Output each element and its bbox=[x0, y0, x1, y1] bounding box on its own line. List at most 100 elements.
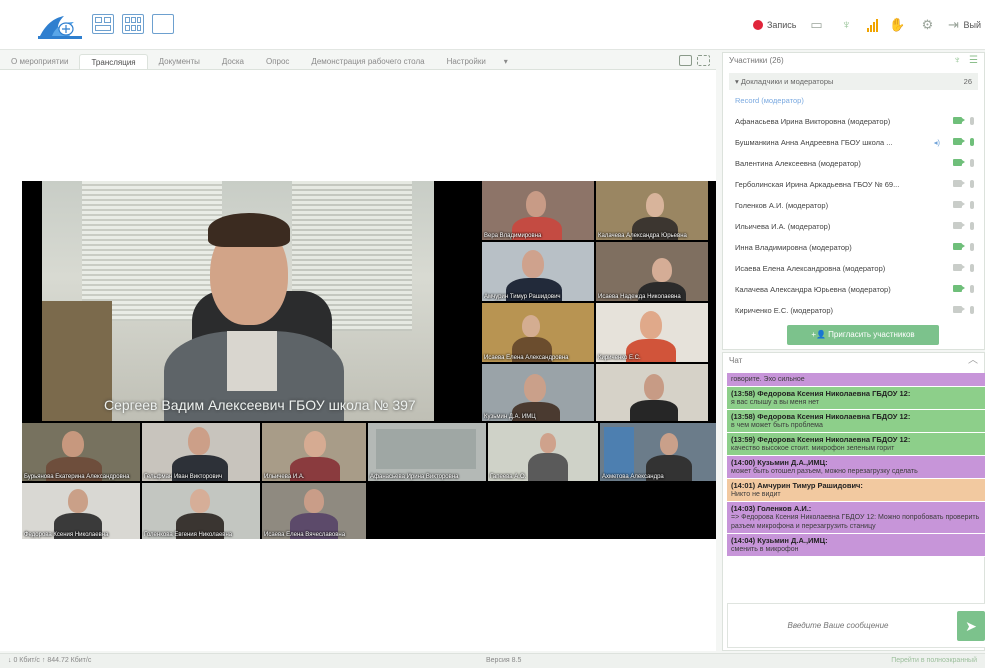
participant-video[interactable]: Исаева Елена Вячеславовна bbox=[262, 483, 366, 539]
participant-video[interactable]: Кузьмин Д.А. ИМЦ bbox=[596, 364, 708, 421]
participant-video[interactable]: Кириченко Е.С. bbox=[596, 303, 708, 362]
participant-video[interactable]: Голенкова Евгения Николаевна bbox=[142, 483, 260, 539]
microphone-icon bbox=[970, 306, 974, 314]
fullscreen-button[interactable] bbox=[697, 55, 710, 66]
tab-about[interactable]: О мероприятии bbox=[0, 54, 79, 69]
tab-settings[interactable]: Настройки bbox=[436, 54, 497, 69]
microphone-icon[interactable]: ♆ bbox=[837, 17, 857, 33]
participant-video[interactable]: Кузьмин Д.А. ИМЦ bbox=[482, 364, 594, 421]
tab-screen-share[interactable]: Демонстрация рабочего стола bbox=[300, 54, 435, 69]
speaker-volume-icon: ◂) bbox=[933, 138, 940, 147]
speaker-hair bbox=[208, 213, 290, 247]
camera-icon bbox=[953, 285, 965, 292]
settings-gear-icon[interactable]: ⚙ bbox=[918, 17, 938, 33]
tab-bar: О мероприятии Трансляция Документы Доска… bbox=[0, 52, 716, 69]
chat-messages: говорите. Эхо сильное (13:58) Федорова К… bbox=[727, 373, 985, 597]
microphone-icon bbox=[970, 201, 974, 209]
moderators-group-header[interactable]: ▾ Докладчики и модераторы 26 bbox=[729, 73, 978, 90]
chat-message: (14:03) Голенков А.И.: => Федорова Ксения… bbox=[727, 502, 985, 534]
layout-single-button[interactable] bbox=[152, 14, 174, 34]
mic-all-icon[interactable]: ♆ bbox=[954, 53, 962, 69]
app-logo bbox=[38, 16, 82, 39]
chat-message: (13:58) Федорова Ксения Николаевна ГБДОУ… bbox=[727, 410, 985, 433]
participant-row-record[interactable]: Record (модератор) bbox=[723, 90, 984, 111]
microphone-icon bbox=[970, 117, 974, 125]
microphone-icon bbox=[970, 264, 974, 272]
tab-broadcast[interactable]: Трансляция bbox=[79, 54, 148, 69]
participant-row[interactable]: Голенков А.И. (модератор) bbox=[723, 195, 984, 216]
camera-icon bbox=[953, 159, 965, 166]
participant-video[interactable]: Гапеева А.О. bbox=[488, 423, 598, 481]
chat-message: (13:58) Федорова Ксения Николаевна ГБДОУ… bbox=[727, 387, 985, 410]
main-speaker-video[interactable]: Сергеев Вадим Алексеевич ГБОУ школа № 39… bbox=[42, 181, 434, 421]
speaker-name-label: Сергеев Вадим Алексеевич ГБОУ школа № 39… bbox=[104, 397, 416, 413]
participant-row[interactable]: Кириченко Е.С. (модератор) bbox=[723, 300, 984, 321]
microphone-icon bbox=[970, 159, 974, 167]
tab-board[interactable]: Доска bbox=[211, 54, 255, 69]
participant-row[interactable]: Герболинская Ирина Аркадьевна ГБОУ № 69.… bbox=[723, 174, 984, 195]
participant-video[interactable]: Бурьянова Екатерина Александровна bbox=[22, 423, 140, 481]
tab-dropdown-chevron-icon[interactable]: ▾ bbox=[497, 54, 515, 69]
participant-row[interactable]: Калачева Александра Юрьевна (модератор) bbox=[723, 279, 984, 300]
participant-video[interactable]: Федорова Ксения Николаевна bbox=[22, 483, 140, 539]
microphone-icon bbox=[970, 222, 974, 230]
tab-poll[interactable]: Опрос bbox=[255, 54, 300, 69]
participants-header: Участники (26) ♆ ☰ bbox=[723, 53, 984, 69]
hand-all-icon[interactable]: ☰ bbox=[969, 53, 978, 69]
status-bar: ↓ 0 Кбит/с ↑ 844.72 Кбит/с Версия 8.5 Пе… bbox=[0, 653, 985, 668]
microphone-icon bbox=[970, 138, 974, 146]
broadcast-stage: Сергеев Вадим Алексеевич ГБОУ школа № 39… bbox=[0, 69, 716, 651]
participant-row[interactable]: Бушманкина Анна Андреевна ГБОУ школа ...… bbox=[723, 132, 984, 153]
camera-icon bbox=[953, 264, 965, 271]
participant-video[interactable]: Исаева Надежда Николаевна bbox=[596, 242, 708, 301]
fullscreen-link[interactable]: Перейти в полноэкранный bbox=[891, 657, 977, 664]
microphone-icon bbox=[970, 180, 974, 188]
top-toolbar: Запись ▭ ♆ ✋ ⚙ ⇥ Вый bbox=[0, 0, 985, 50]
bandwidth-readout: ↓ 0 Кбит/с ↑ 844.72 Кбит/с bbox=[8, 657, 92, 664]
participants-panel: Участники (26) ♆ ☰ ▾ Докладчики и модера… bbox=[722, 52, 985, 350]
send-message-button[interactable]: ➤ bbox=[957, 611, 985, 641]
record-button[interactable]: Запись bbox=[752, 20, 797, 30]
top-right-controls: Запись ▭ ♆ ✋ ⚙ ⇥ Вый bbox=[752, 14, 985, 36]
video-grid: Сергеев Вадим Алексеевич ГБОУ школа № 39… bbox=[22, 181, 716, 539]
signal-strength-icon bbox=[866, 18, 878, 32]
participant-row[interactable]: Ильичева И.А. (модератор) bbox=[723, 216, 984, 237]
chat-header: Чат ︿ bbox=[723, 353, 984, 369]
chat-message-input[interactable] bbox=[728, 604, 948, 647]
participant-video[interactable]: Вера Владимировна bbox=[482, 181, 594, 240]
microphone-icon bbox=[970, 285, 974, 293]
window-mode-button[interactable] bbox=[679, 55, 692, 66]
send-paper-plane-icon: ➤ bbox=[965, 618, 977, 634]
participant-video[interactable]: Ахметова Александра bbox=[600, 423, 716, 481]
add-user-icon: +👤 bbox=[811, 330, 829, 339]
participant-video[interactable]: Афанасьева Ирина Викторовна bbox=[368, 423, 486, 481]
participant-video[interactable]: Гельфман Иван Викторович bbox=[142, 423, 260, 481]
exit-button[interactable]: ⇥ Вый bbox=[948, 17, 981, 33]
participant-video[interactable]: Амчурин Тимур Рашидович bbox=[482, 242, 594, 301]
chat-message: (14:04) Кузьмин Д.А.,ИМЦ: сменить в микро… bbox=[727, 534, 985, 557]
invite-participants-button[interactable]: +👤 Пригласить участников bbox=[787, 325, 939, 345]
participant-row[interactable]: Инна Владимировна (модератор) bbox=[723, 237, 984, 258]
participant-video[interactable]: Калачева Александра Юрьевна bbox=[596, 181, 708, 240]
camera-icon bbox=[953, 138, 965, 145]
camera-off-icon[interactable]: ▭ bbox=[807, 17, 827, 33]
participant-video[interactable]: Исаева Елена Александровна bbox=[482, 303, 594, 362]
camera-icon bbox=[953, 180, 965, 187]
layout-grid-b-button[interactable] bbox=[122, 14, 144, 34]
participant-row[interactable]: Валентина Алексеевна (модератор) bbox=[723, 153, 984, 174]
chevron-up-icon[interactable]: ︿ bbox=[968, 353, 978, 369]
layout-grid-a-button[interactable] bbox=[92, 14, 114, 34]
participant-row[interactable]: Исаева Елена Александровна (модератор) bbox=[723, 258, 984, 279]
camera-icon bbox=[953, 117, 965, 124]
tab-documents[interactable]: Документы bbox=[148, 54, 211, 69]
participant-video[interactable]: Ильичева И.А. bbox=[262, 423, 366, 481]
chat-panel: Чат ︿ говорите. Эхо сильное (13:58) Федо… bbox=[722, 352, 985, 651]
chat-composer: ➤ bbox=[727, 603, 985, 648]
record-icon bbox=[752, 20, 763, 30]
raise-hand-icon[interactable]: ✋ bbox=[888, 17, 908, 33]
speaker-collar bbox=[227, 331, 277, 391]
participant-row[interactable]: Афанасьева Ирина Викторовна (модератор) bbox=[723, 111, 984, 132]
camera-icon bbox=[953, 201, 965, 208]
chat-message: (14:00) Кузьмин Д.А.,ИМЦ: может быть отош… bbox=[727, 456, 985, 479]
chat-message: (14:01) Амчурин Тимур Рашидович: Никто не… bbox=[727, 479, 985, 502]
